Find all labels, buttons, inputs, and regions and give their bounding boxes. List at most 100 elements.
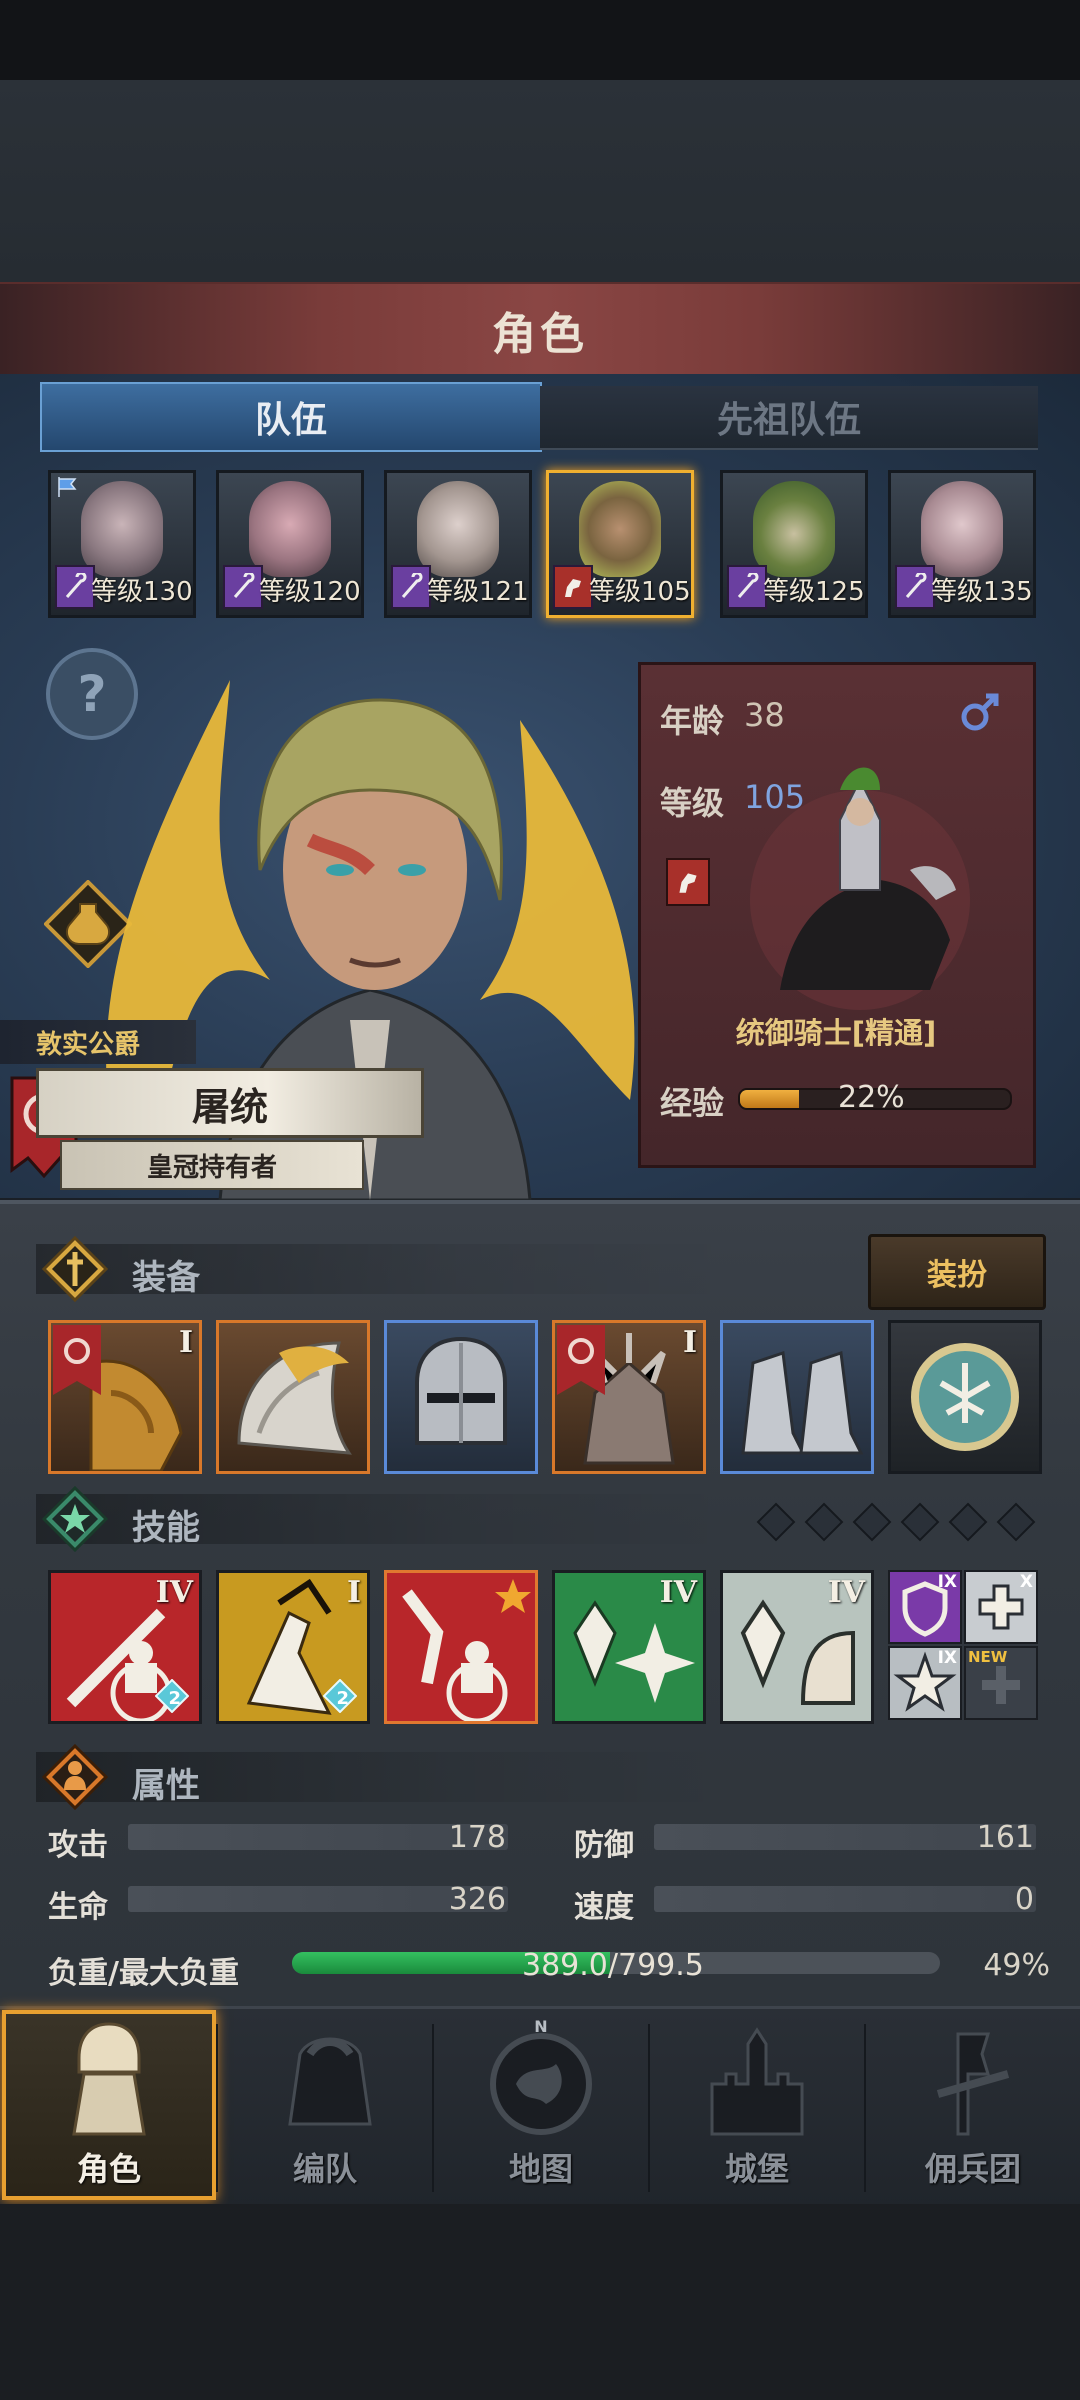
class-horse-icon[interactable] [666,858,710,906]
skill-slot-3[interactable] [384,1570,538,1724]
skill-slot-5[interactable]: IV [720,1570,874,1724]
staff-icon [895,565,935,609]
hero-level: 等级120 [259,577,361,607]
passive-skill-1[interactable]: IX [888,1570,962,1644]
equipment-slot-1[interactable]: I [48,1320,202,1474]
hero-name: 屠统 [191,1084,268,1129]
defense-value: 161 [976,1820,1034,1855]
equipment-slot-6[interactable] [888,1320,1042,1474]
passive-tier: IX [937,1648,957,1668]
nav-castle-label: 城堡 [724,2150,789,2188]
mercenary-banner-icon [936,2032,1010,2136]
passive-tier: IX [937,1572,957,1592]
winged-shoulder-icon [237,1341,352,1455]
tab-team-label: 队伍 [254,400,327,441]
skill-star-icon [42,1486,108,1552]
team-hero-card-6[interactable]: 等级135 [888,470,1036,618]
compass-map-icon: N [490,2017,592,2135]
hero-portrait [249,481,331,577]
skill-slot-indicators [756,1502,1036,1542]
nav-map-label: 地图 [508,2150,573,2188]
exp-bar-fill [740,1090,800,1108]
staff-icon [223,565,263,609]
speed-label: 速度 [574,1890,634,1925]
team-hero-card-3[interactable]: 等级121 [384,470,532,618]
top-background [0,0,1080,282]
equipment-slot-4[interactable]: I [552,1320,706,1474]
gem-count: 2 [168,1688,181,1709]
page-title: 角色 [492,309,588,360]
passive-skill-empty-slot[interactable]: NEW [964,1646,1038,1720]
compass-north-letter: N [534,2017,547,2036]
skill-tier: IV [827,1575,865,1610]
castle-icon [710,2027,804,2136]
knight-helmet-icon [415,1336,507,1445]
nav-mercenary-label: 佣兵团 [924,2150,1021,2188]
hero-level: 等级130 [91,577,193,607]
emblem-medal-icon [911,1343,1019,1451]
nav-map[interactable]: N 地图 [434,2010,648,2200]
hero-level: 等级125 [763,577,865,607]
nav-castle[interactable]: 城堡 [650,2010,864,2200]
staff-icon [55,565,95,609]
staff-icon [391,565,431,609]
hero-title: 敦实公爵 [36,1029,141,1060]
hero-portrait [417,481,499,577]
hero-level: 等级135 [931,577,1033,607]
tab-ancestor-team[interactable]: 先祖队伍 [540,386,1038,450]
equipment-slot-2[interactable] [216,1320,370,1474]
new-badge: NEW [968,1648,1008,1666]
nav-character[interactable]: 角色 [2,2010,216,2200]
hp-label: 生命 [48,1890,108,1925]
skill-slot-1[interactable]: IV 2 [48,1570,202,1724]
hero-subtitle-plate: 皇冠持有者 [60,1140,364,1190]
defense-label: 防御 [574,1828,634,1863]
equipment-slot-5[interactable] [720,1320,874,1474]
title-bar: 角色 [0,282,1080,379]
team-hero-card-1[interactable]: 等级130 [48,470,196,618]
load-value: 389.0/799.5 [522,1948,704,1983]
team-hero-card-5[interactable]: 等级125 [720,470,868,618]
load-percent: 49% [983,1948,1050,1983]
staff-icon [727,565,767,609]
hero-portrait [81,481,163,577]
equipment-slot-3[interactable] [384,1320,538,1474]
nav-formation-label: 编队 [292,2150,357,2188]
banner-rally-skill-icon [402,1579,531,1721]
hero-portrait [753,481,835,577]
passive-skill-3[interactable]: IX [888,1646,962,1720]
skills-title: 技能 [132,1508,200,1548]
nav-formation[interactable]: 编队 [218,2010,432,2200]
dress-up-button[interactable]: 装扮 [868,1234,1046,1310]
skill-tier: I [346,1575,361,1610]
exp-percent: 22% [838,1080,905,1115]
skill-slot-2[interactable]: I 2 [216,1570,370,1724]
attack-label: 攻击 [48,1828,108,1863]
dress-up-label: 装扮 [927,1258,987,1293]
speed-value: 0 [1014,1882,1034,1917]
spiked-armor-icon [557,1325,675,1465]
age-value: 38 [744,696,785,734]
team-hero-card-2[interactable]: 等级120 [216,470,364,618]
equipment-title: 装备 [132,1258,200,1298]
person-attribute-icon [42,1744,108,1810]
skill-tier: IV [659,1575,697,1610]
dragon-armor-icon [53,1325,183,1471]
sword-icon [42,1236,108,1302]
passive-skill-2[interactable]: X [964,1570,1038,1644]
steel-boots-icon [741,1350,864,1455]
armored-head-icon [288,2037,372,2126]
tab-team[interactable]: 队伍 [40,382,542,452]
nav-mercenary[interactable]: 佣兵团 [866,2010,1080,2200]
hero-class-name: 统御骑士[精通] [735,1016,937,1050]
team-hero-card-4[interactable]: 等级105 [546,470,694,618]
skill-slot-4[interactable]: IV [552,1570,706,1724]
flag-icon [58,477,77,497]
level-label: 等级 [660,784,725,822]
attack-value: 178 [448,1820,506,1855]
tab-ancestor-label: 先祖队伍 [716,400,861,441]
passive-tier: X [1019,1572,1033,1592]
equipment-tier: I [178,1325,193,1360]
hero-level: 等级105 [589,577,691,607]
bottom-spacer [0,2204,1080,2400]
